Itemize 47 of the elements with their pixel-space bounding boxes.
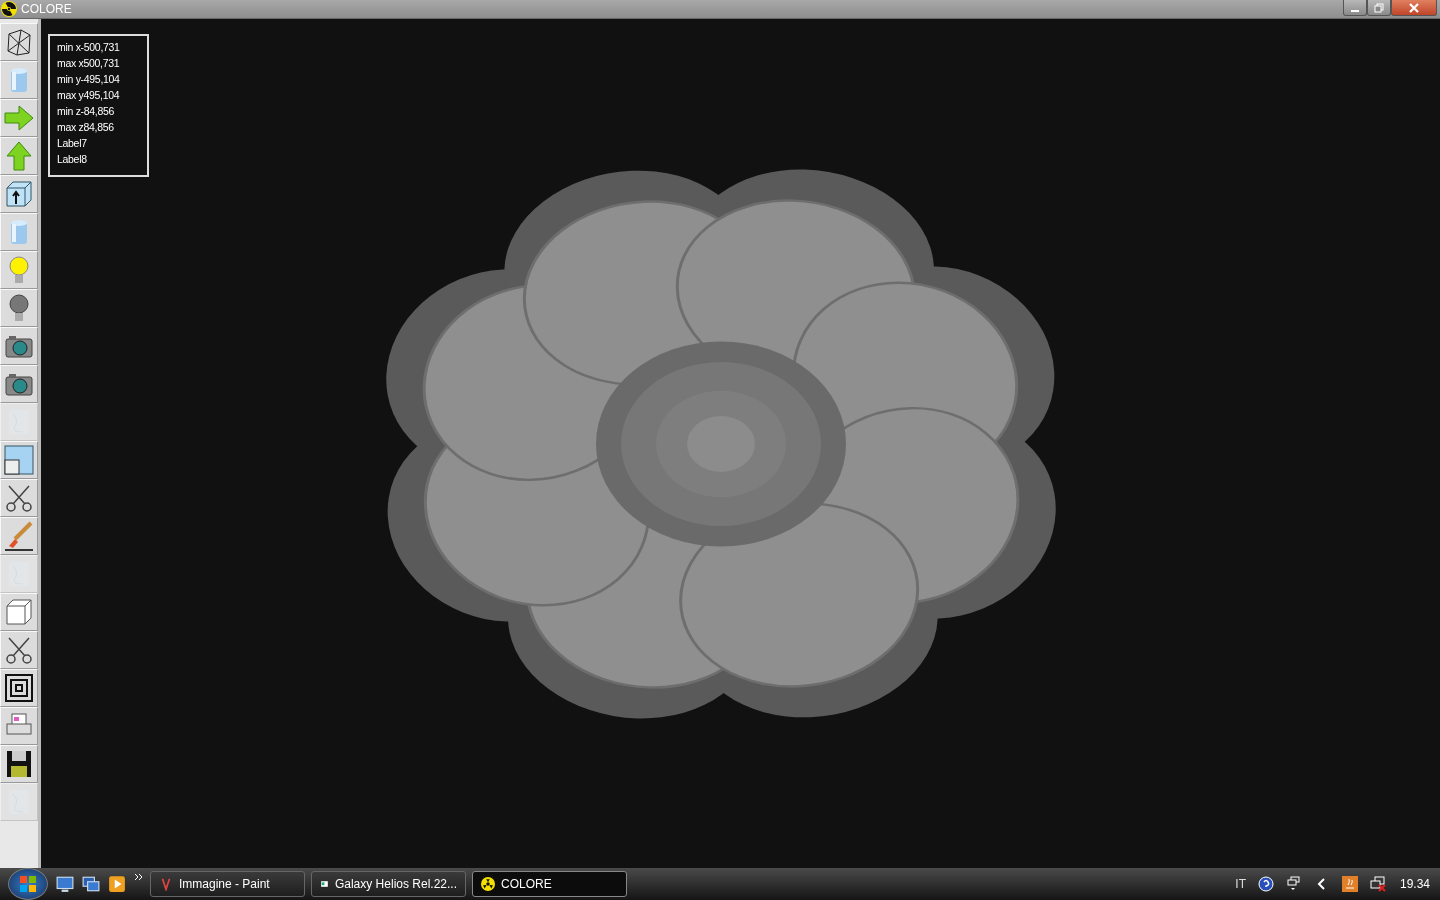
windows-icon[interactable] [82, 875, 100, 893]
tool-button[interactable] [0, 289, 38, 327]
info-label: max z84,856 [57, 120, 115, 135]
window-title: COLORE [21, 2, 72, 16]
minimize-button[interactable] [1343, 0, 1367, 16]
tool-button[interactable] [0, 327, 38, 365]
tool-button[interactable] [0, 631, 38, 669]
info-label: min y-495,104 [57, 72, 121, 87]
info-label: Label8 [57, 152, 88, 167]
tool-button[interactable] [0, 175, 38, 213]
media-player-icon[interactable] [108, 875, 126, 893]
windows-logo-icon [18, 874, 38, 894]
info-label: max y495,104 [57, 88, 121, 103]
help-icon[interactable] [1257, 876, 1274, 892]
close-icon [1409, 2, 1419, 13]
tool-button[interactable] [0, 517, 38, 555]
start-button[interactable] [8, 868, 48, 900]
tool-button[interactable] [0, 745, 38, 783]
tool-button[interactable] [0, 365, 38, 403]
up-arrow-icon [3, 140, 35, 172]
taskbar-button[interactable]: COLORE [472, 871, 627, 897]
desktop-icon[interactable] [56, 875, 74, 893]
cube-arrow-icon [3, 178, 35, 210]
taskbar-button[interactable]: Galaxy Helios Rel.22... [311, 871, 466, 897]
close-button[interactable] [1391, 0, 1437, 16]
concentric-squares-icon [3, 672, 35, 704]
clock[interactable]: 19.34 [1399, 877, 1430, 891]
info-label: max x500,731 [57, 56, 121, 71]
radiation-icon [481, 877, 495, 891]
tool-button[interactable] [0, 23, 38, 61]
taskbar-button[interactable]: Immagine - Paint [150, 871, 305, 897]
info-label: min x-500,731 [57, 40, 121, 55]
minimize-icon [1350, 9, 1360, 12]
windows-icon[interactable] [1285, 876, 1302, 892]
restore-icon [1374, 2, 1384, 13]
tool-button[interactable] [0, 479, 38, 517]
info-label: min z-84,856 [57, 104, 116, 119]
windows-icon [3, 444, 35, 476]
network-disconnected-icon[interactable] [1369, 876, 1386, 892]
tool-button[interactable] [0, 669, 38, 707]
restore-button[interactable] [1367, 0, 1391, 16]
right-arrow-icon [3, 102, 35, 134]
chevron-icon[interactable] [134, 872, 144, 882]
language-indicator[interactable]: IT [1235, 877, 1246, 891]
info-label: Label7 [57, 136, 88, 151]
cube-icon [3, 596, 35, 628]
radiation-icon [1, 1, 17, 17]
